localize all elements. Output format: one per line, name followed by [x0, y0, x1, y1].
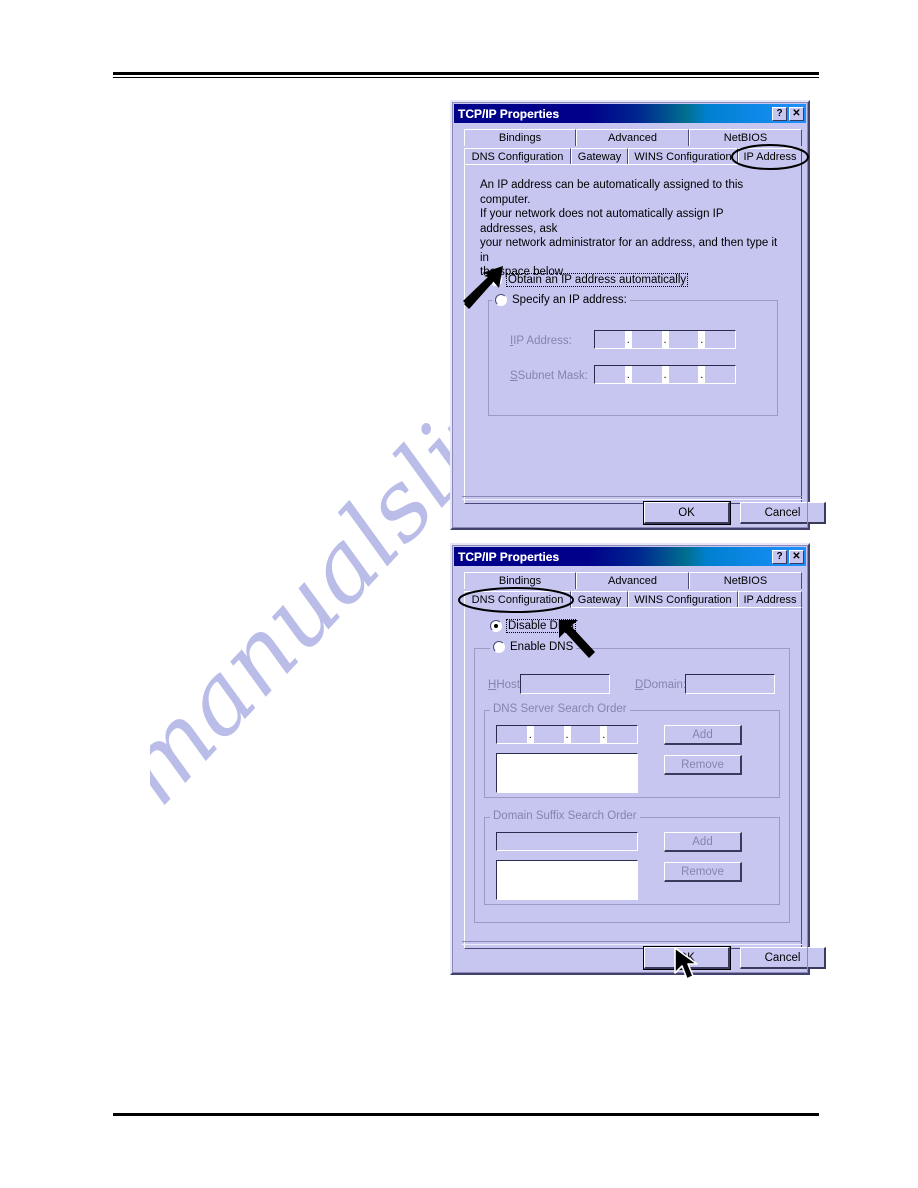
dns-dot-2: . — [563, 726, 571, 743]
host-input[interactable] — [520, 674, 610, 694]
tab-netbios[interactable]: NetBIOS — [689, 129, 802, 146]
dns-dot-1: . — [526, 726, 534, 743]
ip-dot-1: . — [624, 331, 632, 348]
tab-bindings[interactable]: Bindings — [464, 572, 576, 589]
specify-ip-groupbox — [488, 300, 778, 416]
tab-wins-configuration[interactable]: WINS Configuration — [628, 148, 738, 165]
help-button[interactable]: ? — [772, 106, 787, 121]
suffix-remove-button[interactable]: Remove — [664, 862, 742, 882]
tab-gateway[interactable]: Gateway — [571, 591, 628, 608]
ip-octet-2[interactable] — [632, 331, 662, 348]
dialog2-titlebar[interactable]: TCP/IP Properties ? ✕ — [454, 547, 806, 566]
dialog1-cancel-button[interactable]: Cancel — [740, 502, 826, 524]
subnet-mask-label: SSubnet Mask: — [510, 370, 588, 382]
radio-disable-dns-label: Disable DNS — [506, 619, 576, 633]
radio-enable-dns-label: Enable DNS — [510, 641, 574, 653]
dns-dot-3: . — [600, 726, 608, 743]
dialog1-titlebar[interactable]: TCP/IP Properties ? ✕ — [454, 104, 806, 123]
tab-wins-configuration[interactable]: WINS Configuration — [628, 591, 738, 608]
ip-dot-2: . — [661, 331, 669, 348]
dns-remove-button[interactable]: Remove — [664, 755, 742, 775]
tab-advanced[interactable]: Advanced — [576, 572, 689, 589]
tcpip-properties-dialog-dns[interactable]: TCP/IP Properties ? ✕ Bindings Advanced … — [450, 543, 826, 975]
dns-server-list[interactable] — [496, 753, 638, 793]
radio-enable-dns[interactable]: Enable DNS — [490, 641, 577, 653]
dialog2-tabrow-top[interactable]: Bindings Advanced NetBIOS — [464, 572, 802, 589]
radio-specify-ip-address[interactable]: Specify an IP address: — [492, 294, 630, 306]
dialog2-tabrow-bottom[interactable]: DNS Configuration Gateway WINS Configura… — [464, 591, 802, 608]
subnet-dot-2: . — [661, 366, 669, 383]
domain-label-text: Domain: — [643, 679, 687, 691]
dialog1-tabrow-bottom[interactable]: DNS Configuration Gateway WINS Configura… — [464, 148, 802, 165]
dns-server-search-order-title: DNS Server Search Order — [490, 703, 630, 715]
page-footer-rule — [113, 1113, 819, 1116]
dns-octet-2[interactable] — [534, 726, 564, 743]
radio-obtain-ip-dot[interactable] — [490, 274, 502, 286]
page-header-rule — [113, 72, 819, 78]
ip-octet-3[interactable] — [669, 331, 699, 348]
ip-octet-1[interactable] — [595, 331, 625, 348]
subnet-octet-3[interactable] — [669, 366, 699, 383]
domain-suffix-search-order-title: Domain Suffix Search Order — [490, 810, 640, 822]
tab-dns-configuration[interactable]: DNS Configuration — [464, 148, 571, 165]
radio-specify-ip-label: Specify an IP address: — [512, 294, 627, 306]
tab-advanced[interactable]: Advanced — [576, 129, 689, 146]
dns-octet-3[interactable] — [571, 726, 601, 743]
dialog1-ok-button[interactable]: OK — [644, 502, 730, 524]
ip-dot-3: . — [698, 331, 706, 348]
radio-enable-dns-dot[interactable] — [493, 641, 505, 653]
close-icon[interactable]: ✕ — [789, 549, 804, 564]
ip-description-text: An IP address can be automatically assig… — [480, 179, 778, 278]
subnet-dot-1: . — [624, 366, 632, 383]
subnet-mask-label-text: Subnet Mask: — [517, 370, 588, 382]
tab-ip-address[interactable]: IP Address — [738, 591, 802, 608]
help-button[interactable]: ? — [772, 549, 787, 564]
ip-octet-4[interactable] — [705, 331, 735, 348]
radio-disable-dns-dot[interactable] — [490, 620, 502, 632]
ip-address-label-text: IP Address: — [513, 335, 572, 347]
tcpip-properties-dialog-ip[interactable]: TCP/IP Properties ? ✕ Bindings Advanced … — [450, 100, 826, 530]
subnet-octet-1[interactable] — [595, 366, 625, 383]
close-icon[interactable]: ✕ — [789, 106, 804, 121]
subnet-octet-2[interactable] — [632, 366, 662, 383]
ip-address-label: IIP Address: — [510, 335, 572, 347]
dns-server-ip-input[interactable]: . . . — [496, 725, 638, 744]
tab-ip-address[interactable]: IP Address — [738, 148, 802, 165]
domain-suffix-input[interactable] — [496, 832, 638, 851]
domain-input[interactable] — [685, 674, 775, 694]
dialog2-cancel-button[interactable]: Cancel — [740, 947, 826, 969]
radio-obtain-ip-automatically[interactable]: Obtain an IP address automatically — [490, 273, 689, 287]
subnet-octet-4[interactable] — [705, 366, 735, 383]
dialog1-tabrow-top[interactable]: Bindings Advanced NetBIOS — [464, 129, 802, 146]
tab-gateway[interactable]: Gateway — [571, 148, 628, 165]
tab-dns-configuration[interactable]: DNS Configuration — [464, 591, 571, 608]
tab-netbios[interactable]: NetBIOS — [689, 572, 802, 589]
tab-bindings[interactable]: Bindings — [464, 129, 576, 146]
dialog2-title: TCP/IP Properties — [458, 549, 560, 564]
subnet-dot-3: . — [698, 366, 706, 383]
host-label: HHost: — [488, 679, 524, 691]
domain-suffix-list[interactable] — [496, 860, 638, 900]
dns-octet-4[interactable] — [607, 726, 637, 743]
dialog1-title: TCP/IP Properties — [458, 106, 560, 121]
radio-disable-dns[interactable]: Disable DNS — [490, 619, 576, 633]
ip-address-input[interactable]: . . . — [594, 330, 736, 349]
domain-label: DDomain: — [635, 679, 687, 691]
radio-specify-ip-dot[interactable] — [495, 294, 507, 306]
dns-add-button[interactable]: Add — [664, 725, 742, 745]
dialog2-ok-button[interactable]: OK — [644, 947, 730, 969]
dialog1-button-separator — [462, 496, 802, 500]
subnet-mask-input[interactable]: . . . — [594, 365, 736, 384]
dialog2-button-separator — [462, 941, 802, 945]
dns-octet-1[interactable] — [497, 726, 527, 743]
radio-obtain-ip-label: Obtain an IP address automatically — [505, 273, 689, 287]
suffix-add-button[interactable]: Add — [664, 832, 742, 852]
